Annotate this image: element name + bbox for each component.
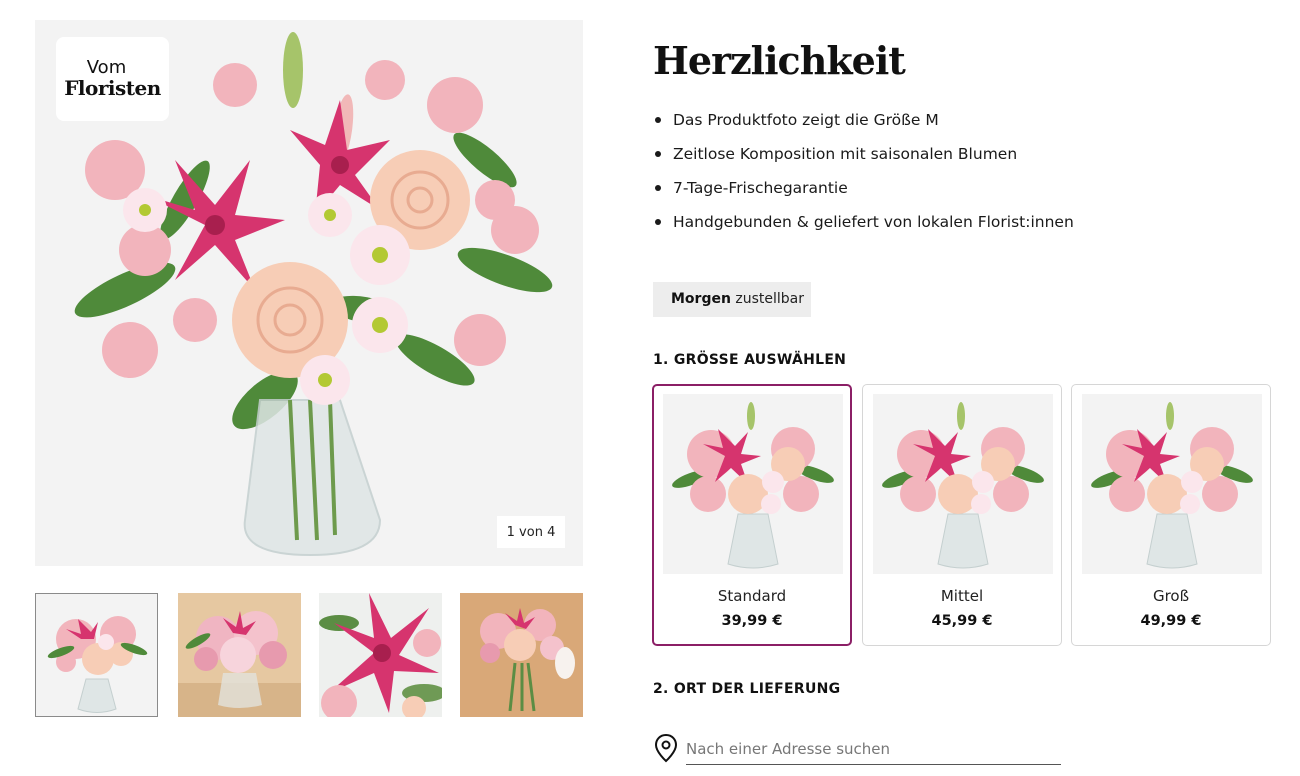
size-option-gross[interactable]: Groß 49,99 € bbox=[1071, 384, 1271, 646]
logo-line-2: Floristen bbox=[64, 76, 161, 100]
thumbnail-strip bbox=[35, 593, 583, 717]
location-pin-icon bbox=[654, 733, 678, 763]
feature-item: Zeitlose Komposition mit saisonalen Blum… bbox=[653, 142, 1074, 176]
feature-item: 7-Tage-Frischegarantie bbox=[653, 176, 1074, 210]
thumbnail-4[interactable] bbox=[460, 593, 583, 717]
image-counter: 1 von 4 bbox=[497, 516, 565, 548]
bouquet-gross-icon bbox=[1082, 394, 1262, 574]
logo-line-1: Vom bbox=[86, 57, 127, 78]
size-option-image bbox=[1082, 394, 1262, 574]
size-option-price: 45,99 € bbox=[931, 613, 993, 629]
address-search-input[interactable] bbox=[686, 733, 1061, 765]
feature-item: Das Produktfoto zeigt die Größe M bbox=[653, 108, 1074, 142]
size-option-price: 49,99 € bbox=[1140, 613, 1202, 629]
size-option-standard[interactable]: Standard 39,99 € bbox=[652, 384, 852, 646]
bouquet-mittel-icon bbox=[873, 394, 1053, 574]
delivery-badge: Morgen zustellbar bbox=[653, 282, 811, 317]
thumbnail-1[interactable] bbox=[35, 593, 158, 717]
size-option-name: Mittel bbox=[940, 587, 984, 605]
vom-floristen-logo: Vom Floristen bbox=[56, 37, 169, 121]
size-option-name: Groß bbox=[1152, 587, 1190, 605]
feature-list: Das Produktfoto zeigt die Größe M Zeitlo… bbox=[653, 108, 1074, 244]
size-option-name: Standard bbox=[717, 587, 787, 605]
delivery-text: zustellbar bbox=[735, 291, 805, 307]
bouquet-thumb-1-icon bbox=[36, 594, 157, 716]
bouquet-thumb-4-icon bbox=[460, 593, 583, 717]
delivery-day: Morgen bbox=[671, 291, 731, 307]
address-search bbox=[653, 733, 1063, 773]
feature-item: Handgebunden & geliefert von lokalen Flo… bbox=[653, 210, 1074, 244]
size-option-image bbox=[663, 394, 843, 574]
location-section-heading: 2. ORT DER LIEFERUNG bbox=[653, 681, 841, 697]
bouquet-thumb-3-icon bbox=[319, 593, 442, 717]
bouquet-thumb-2-icon bbox=[178, 593, 301, 717]
product-title: Herzlichkeit bbox=[653, 38, 906, 83]
thumbnail-2[interactable] bbox=[178, 593, 301, 717]
bouquet-standard-icon bbox=[663, 394, 843, 574]
thumbnail-3[interactable] bbox=[319, 593, 442, 717]
size-section-heading: 1. GRÖSSE AUSWÄHLEN bbox=[653, 352, 847, 368]
size-option-image bbox=[873, 394, 1053, 574]
size-option-mittel[interactable]: Mittel 45,99 € bbox=[862, 384, 1062, 646]
main-product-image[interactable]: Vom Floristen 1 von 4 bbox=[35, 20, 583, 566]
size-option-price: 39,99 € bbox=[721, 613, 783, 629]
